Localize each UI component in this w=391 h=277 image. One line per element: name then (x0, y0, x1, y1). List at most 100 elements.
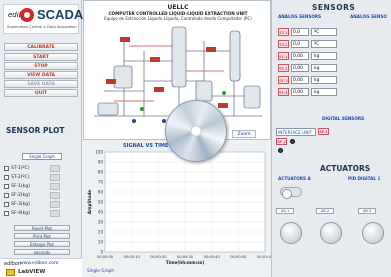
sensor-value: 0,00 (291, 52, 309, 60)
ap1-tag: AP-1 (318, 128, 329, 135)
x-tick-label: 00:00:40 (204, 255, 221, 259)
checkbox-icon[interactable] (4, 211, 9, 216)
calibrate-button[interactable]: CALIBRATE (4, 43, 78, 51)
graph-mode-select[interactable]: Single Graph (22, 153, 62, 160)
checkbox-icon[interactable] (4, 193, 9, 198)
sensor-checkbox-sf4[interactable]: SF-4(kg) (4, 209, 80, 218)
sensor-tag: ST-2 (278, 40, 289, 48)
color-swatch (50, 192, 60, 199)
color-swatch (50, 210, 60, 217)
sensor-value: 0,00 (291, 64, 309, 72)
footer-website-link[interactable]: www.edibon.com (20, 261, 58, 266)
start-button[interactable]: START (4, 53, 78, 61)
y-tick-label: 0 (100, 250, 103, 255)
y-tick-label: 10 (98, 240, 104, 245)
ap1-led-icon (278, 148, 283, 153)
cd-disc-icon (165, 100, 227, 162)
sensor-unit: ºC (311, 40, 337, 48)
sensor-unit: kg (311, 76, 337, 84)
x-tick-label: 00:00:20 (150, 255, 167, 259)
view-data-button[interactable]: VIEW DATA (4, 71, 78, 79)
scada-window: edibon SCADA Supervision Control & Data … (0, 0, 391, 277)
sensor-checkbox-label: SF-2(kg) (11, 193, 30, 198)
logo-circle-icon (20, 8, 34, 22)
zoom-button[interactable]: Zoom (232, 130, 256, 138)
diagram-title: UELLC (167, 4, 189, 11)
sensor-checkbox-sf2[interactable]: SF-2(kg) (4, 191, 80, 200)
y-axis-label: Amplitude (87, 190, 92, 214)
sensor-unit: kg (311, 64, 337, 72)
y-tick-label: 70 (98, 180, 104, 185)
ap2-tag: AP-2 (276, 138, 287, 145)
enlarge-plot-button[interactable]: Enlarge Plot (14, 241, 70, 247)
sensor-checkbox-label: ST-2(ºC) (11, 175, 30, 180)
checkbox-icon[interactable] (4, 202, 9, 207)
sensor-plot-title: SENSOR PLOT (6, 126, 65, 135)
sensor-checkbox-label: ST-1(ºC) (11, 166, 30, 171)
y-tick-label: 20 (98, 230, 104, 235)
x-tick-label: 00:00:10 (124, 255, 141, 259)
print-plot-button[interactable]: Print Plot (14, 233, 70, 239)
knob-label-ab3: AB-3 (358, 208, 376, 214)
sensor-tag: ST-1 (278, 28, 289, 36)
edibon-scada-logo: edibon SCADA Supervision Control & Data … (3, 4, 83, 34)
sensor-value: 0,00 (291, 88, 309, 96)
quit-button[interactable]: QUIT (4, 89, 78, 97)
sensor-tag: SF-2 (278, 64, 289, 72)
sensor-row-st1: ST-1 0,0 ºC (278, 28, 358, 36)
sensor-tag: SF-4 (278, 88, 289, 96)
x-tick-label: 00:00:00 (97, 255, 114, 259)
sensor-checkbox-sf3[interactable]: SF-3(kg) (4, 200, 80, 209)
x-tick-label: 00:00:50 (230, 255, 247, 259)
analog-sensors-label-2: ANALOG SENSO (350, 14, 387, 19)
chart-footer-label: Single Graph (87, 268, 115, 273)
knob-label-ab1: AB-1 (276, 208, 294, 214)
stop-button[interactable]: STOP (4, 62, 78, 70)
y-tick-label: 100 (95, 150, 103, 155)
analog-sensors-label: ANALOG SENSORS (278, 14, 322, 19)
actuators-title: ACTUATORS (320, 164, 371, 173)
x-tick-label: 00:01:00 (257, 255, 271, 259)
checkbox-icon[interactable] (4, 175, 9, 180)
checkbox-icon[interactable] (4, 184, 9, 189)
sensor-tag: SF-3 (278, 76, 289, 84)
knob-label-ab2: AB-2 (316, 208, 334, 214)
sensor-tag: SF-1 (278, 52, 289, 60)
actuator-knob-1[interactable] (280, 222, 302, 244)
x-tick-label: 00:00:30 (177, 255, 194, 259)
color-swatch (50, 201, 60, 208)
labview-icon (6, 269, 15, 276)
footer: edibon www.edibon.com LabVIEW (0, 258, 82, 277)
sensors-title: SENSORS (312, 3, 356, 12)
sensor-checkbox-sf1[interactable]: SF-1(kg) (4, 182, 80, 191)
sensor-value: 0,0 (291, 28, 309, 36)
sensor-unit: kg (311, 88, 337, 96)
actuator-knob-3[interactable] (362, 222, 384, 244)
actuator-knob-2[interactable] (320, 222, 342, 244)
sensor-checkbox-label: SF-3(kg) (11, 202, 30, 207)
sensor-checkbox-label: SF-1(kg) (11, 184, 30, 189)
interface-unit-field: INTERFACE UNIT (276, 128, 316, 136)
save-data-button[interactable]: SAVE DATA (4, 80, 78, 88)
pid-digital-label: PID DIGITAL 1 (348, 176, 381, 181)
logo-subtitle: Supervision Control & Data Acquisition (7, 25, 77, 29)
sensor-row-sf4: SF-4 0,00 kg (278, 88, 358, 96)
y-tick-label: 60 (98, 190, 104, 195)
checkbox-icon[interactable] (4, 166, 9, 171)
color-swatch (50, 174, 60, 181)
ap2-led-icon (290, 139, 295, 144)
sensor-checkbox-label: SF-4(kg) (11, 211, 30, 216)
reset-plot-button[interactable]: Reset Plot (14, 225, 70, 231)
sensor-value: 0,00 (291, 76, 309, 84)
sensor-checkbox-st2[interactable]: ST-2(ºC) (4, 173, 80, 182)
y-tick-label: 30 (98, 220, 104, 225)
y-tick-label: 50 (98, 200, 104, 205)
y-tick-label: 80 (98, 170, 104, 175)
actuator-toggle[interactable] (280, 187, 302, 199)
x-axis-label: Time(hh:mm:ss) (166, 260, 204, 265)
sensor-row-sf3: SF-3 0,00 kg (278, 76, 358, 84)
digital-sensors-label: DIGITAL SENSORS (322, 116, 365, 121)
interval-select[interactable]: seconds (14, 249, 70, 255)
sensor-checkbox-st1[interactable]: ST-1(ºC) (4, 164, 80, 173)
color-swatch (50, 183, 60, 190)
